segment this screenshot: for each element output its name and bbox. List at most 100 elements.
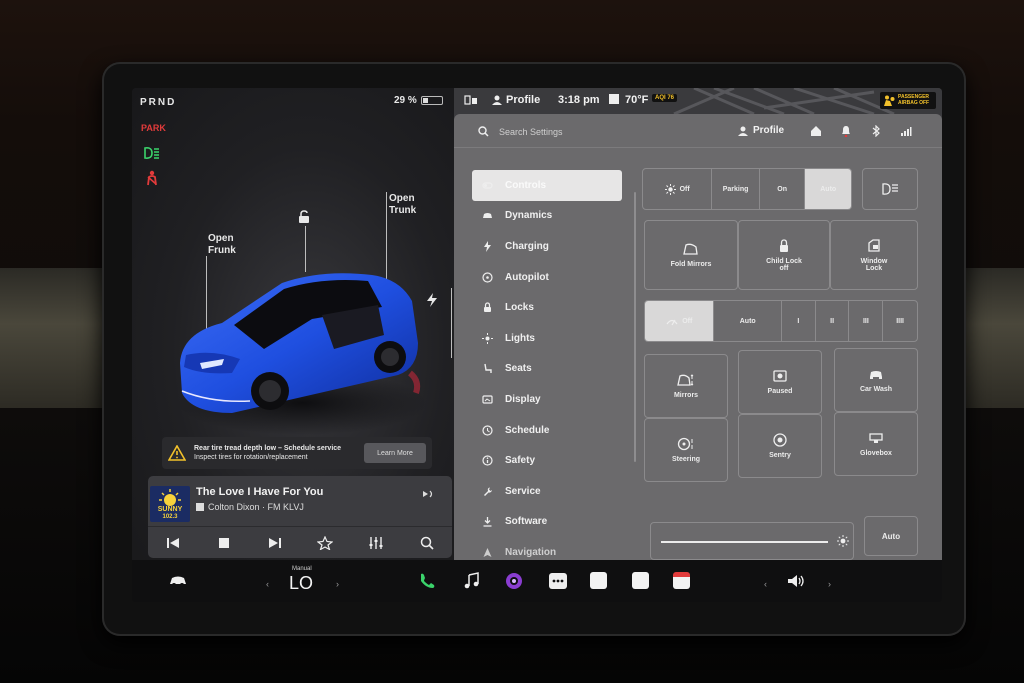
- brightness-auto-button[interactable]: Auto: [864, 516, 918, 556]
- lock-icon: [484, 302, 491, 313]
- open-frunk-button[interactable]: Open Frunk: [208, 233, 236, 257]
- stop-icon[interactable]: [216, 536, 232, 550]
- mirrors-adjust-button[interactable]: Mirrors: [644, 354, 728, 418]
- wipers-off-label: Off: [682, 317, 693, 325]
- volume-increase-chevron-icon[interactable]: ›: [828, 579, 831, 589]
- lights-off-option[interactable]: Off: [643, 169, 713, 209]
- navigation-icon: [483, 547, 492, 557]
- home-icon[interactable]: [810, 125, 822, 137]
- car-wash-button[interactable]: Car Wash: [834, 348, 918, 412]
- settings-search[interactable]: Search Settings: [478, 126, 563, 137]
- phone-icon[interactable]: [418, 572, 438, 590]
- settings-menu-item-charging[interactable]: Charging: [472, 231, 622, 262]
- child-lock-button[interactable]: Child Lock off: [738, 220, 830, 290]
- door-unlock-icon[interactable]: [297, 210, 311, 224]
- settings-menu-item-software[interactable]: Software: [472, 507, 622, 538]
- passenger-airbag-indicator: PASSENGER AIRBAG OFF: [880, 92, 936, 109]
- temp-decrease-chevron-icon[interactable]: ‹: [266, 579, 269, 589]
- search-placeholder: Search Settings: [499, 126, 563, 137]
- equalizer-icon[interactable]: [368, 536, 384, 550]
- calendar-date-app-icon[interactable]: [673, 572, 690, 589]
- settings-menu-item-schedule[interactable]: Schedule: [472, 415, 622, 446]
- steering-label: Steering: [671, 456, 700, 463]
- media-player: SUNNY 102.3 The Love I Have For You Colt…: [148, 476, 452, 558]
- notes-app-icon[interactable]: [590, 572, 607, 589]
- next-track-icon[interactable]: [267, 536, 283, 550]
- car-status-panel: PRND 29 % PARK Open Frunk Open Trunk Rea…: [132, 88, 454, 560]
- menu-scrollbar[interactable]: [634, 192, 636, 462]
- temp-increase-chevron-icon[interactable]: ›: [336, 579, 339, 589]
- fold-mirrors-button[interactable]: Fold Mirrors: [644, 220, 738, 290]
- frunk-label-line1: Open: [208, 233, 234, 244]
- display-brightness-slider[interactable]: [650, 522, 854, 560]
- sentry-mode-button[interactable]: Sentry: [738, 414, 822, 478]
- wipers-auto-option[interactable]: Auto: [714, 301, 782, 341]
- settings-menu-label: Dynamics: [505, 210, 553, 222]
- volume-decrease-chevron-icon[interactable]: ‹: [764, 579, 767, 589]
- window-lock-button[interactable]: Window Lock: [830, 220, 918, 290]
- lights-parking-option[interactable]: Parking: [712, 169, 760, 209]
- more-apps-icon[interactable]: [548, 572, 568, 590]
- brightness-track[interactable]: [661, 541, 829, 543]
- car-settings-icon[interactable]: [168, 572, 188, 590]
- dashcam-paused-button[interactable]: Paused: [738, 350, 822, 414]
- glovebox-icon: [869, 433, 883, 443]
- music-icon[interactable]: [462, 572, 482, 590]
- child-lock-line1: Child Lock: [766, 257, 802, 265]
- lights-on-option[interactable]: On: [760, 169, 806, 209]
- wipers-speed-2[interactable]: II: [816, 301, 850, 341]
- settings-menu-item-display[interactable]: Display: [472, 384, 622, 415]
- settings-menu-item-autopilot[interactable]: Autopilot: [472, 262, 622, 293]
- vehicle-3d-model: [177, 273, 427, 435]
- high-beam-button[interactable]: [862, 168, 918, 210]
- sentry-label: Sentry: [769, 452, 791, 459]
- steering-adjust-button[interactable]: Steering: [644, 418, 728, 482]
- settings-menu-label: Schedule: [505, 424, 550, 436]
- media-app-icon[interactable]: [504, 572, 524, 590]
- settings-menu-item-locks[interactable]: Locks: [472, 292, 622, 323]
- wrench-icon: [484, 487, 492, 496]
- favorite-star-icon[interactable]: [317, 535, 334, 550]
- battery-icon: [420, 96, 443, 105]
- cellular-signal-icon: [901, 127, 912, 136]
- song-artist-row: Colton Dixon · FM KLVJ: [196, 502, 304, 512]
- battery-fill: [422, 98, 429, 103]
- lights-auto-option[interactable]: Auto: [805, 169, 851, 209]
- settings-profile-button[interactable]: Profile: [738, 125, 784, 136]
- notification-bell-icon[interactable]: [840, 125, 852, 137]
- volume-icon[interactable]: [786, 572, 806, 590]
- radio-source-icon: [196, 503, 204, 511]
- settings-menu-label: Autopilot: [505, 271, 549, 283]
- profile-icon: [492, 95, 502, 105]
- car-icon: [483, 213, 492, 219]
- driver-temperature[interactable]: LO: [289, 573, 313, 594]
- settings-menu-item-seats[interactable]: Seats: [472, 354, 622, 385]
- headlights-selector: Off Parking On Auto: [642, 168, 852, 210]
- bluetooth-icon[interactable]: [870, 125, 882, 137]
- settings-menu-label: Safety: [505, 455, 536, 467]
- settings-menu-item-service[interactable]: Service: [472, 476, 622, 507]
- battery-indicator: 29 %: [394, 95, 443, 106]
- settings-menu-item-controls[interactable]: Controls: [472, 170, 622, 201]
- settings-panel: Profile 3:18 pm 70°F AQI 76 PASSENGER AI…: [454, 88, 942, 560]
- wipers-speed-3[interactable]: III: [849, 301, 884, 341]
- wipers-speed-1[interactable]: I: [782, 301, 816, 341]
- settings-menu-item-lights[interactable]: Lights: [472, 323, 622, 354]
- audio-output-icon[interactable]: [422, 489, 434, 499]
- wipers-off-option[interactable]: Off: [645, 301, 715, 341]
- airbag-icon: [884, 95, 895, 106]
- previous-track-icon[interactable]: [165, 536, 181, 550]
- sun-icon: [664, 183, 676, 195]
- wipers-speed-4[interactable]: IIII: [883, 301, 917, 341]
- settings-sheet: Search Settings Profile Controls Dynamics…: [454, 114, 942, 560]
- media-search-icon[interactable]: [419, 536, 435, 550]
- settings-menu-item-safety[interactable]: Safety: [472, 445, 622, 476]
- settings-menu-item-dynamics[interactable]: Dynamics: [472, 201, 622, 232]
- open-trunk-button[interactable]: Open Trunk: [389, 193, 416, 217]
- status-profile[interactable]: Profile: [492, 94, 540, 106]
- learn-more-button[interactable]: Learn More: [364, 443, 426, 463]
- calendar-app-icon[interactable]: [632, 572, 649, 589]
- status-profile-label: Profile: [506, 94, 541, 106]
- lights-toggle-icon[interactable]: [464, 93, 478, 107]
- glovebox-button[interactable]: Glovebox: [834, 412, 918, 476]
